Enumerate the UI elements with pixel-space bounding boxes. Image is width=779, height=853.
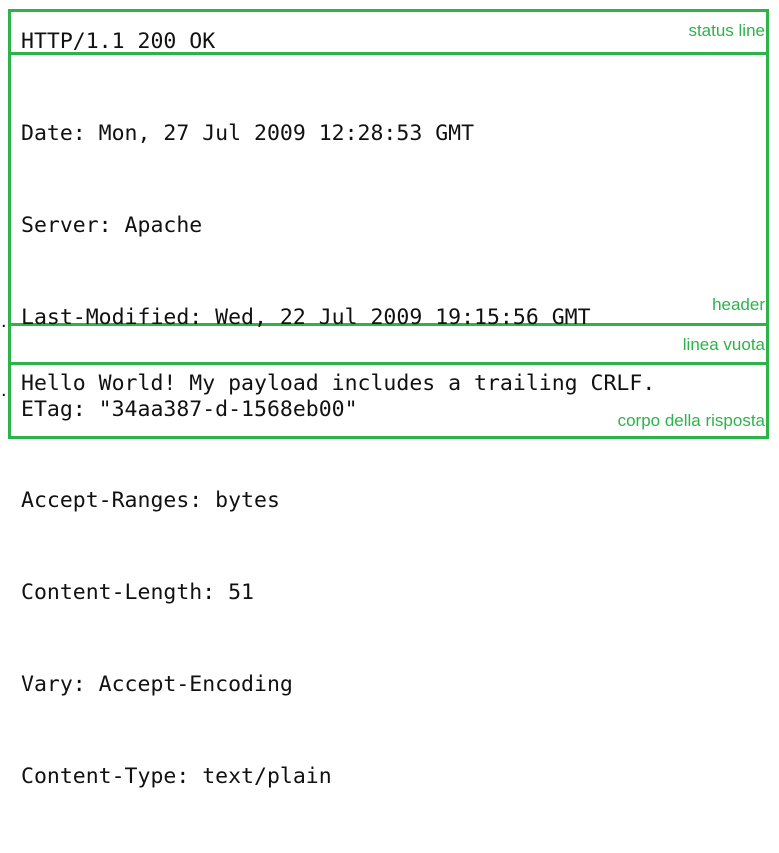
header-lines: Date: Mon, 27 Jul 2009 12:28:53 GMT Serv… [21,58,591,853]
header-line-last-modified: Last-Modified: Wed, 22 Jul 2009 19:15:56… [21,304,591,330]
response-body-text: Hello World! My payload includes a trail… [21,371,656,396]
header-line-vary: Vary: Accept-Encoding [21,671,293,697]
empty-line-label: linea vuota [682,335,765,354]
crlf-marker-dot: . [1,310,7,332]
status-line-text: HTTP/1.1 200 OK [21,29,216,54]
header-line-content-length: Content-Length: 51 [21,580,254,606]
header-label: header [712,295,765,314]
crlf-marker-dot: . [1,379,7,401]
http-response-diagram: HTTP/1.1 200 OK Date: Mon, 27 Jul 2009 1… [0,0,779,789]
header-line-date: Date: Mon, 27 Jul 2009 12:28:53 GMT [21,121,475,147]
header-line-content-type: Content-Type: text/plain [21,763,332,789]
response-body-label: corpo della risposta [617,411,765,430]
header-line-accept-ranges: Accept-Ranges: bytes [21,488,280,514]
header-line-server: Server: Apache [21,212,203,238]
status-line-label: status line [688,21,765,40]
